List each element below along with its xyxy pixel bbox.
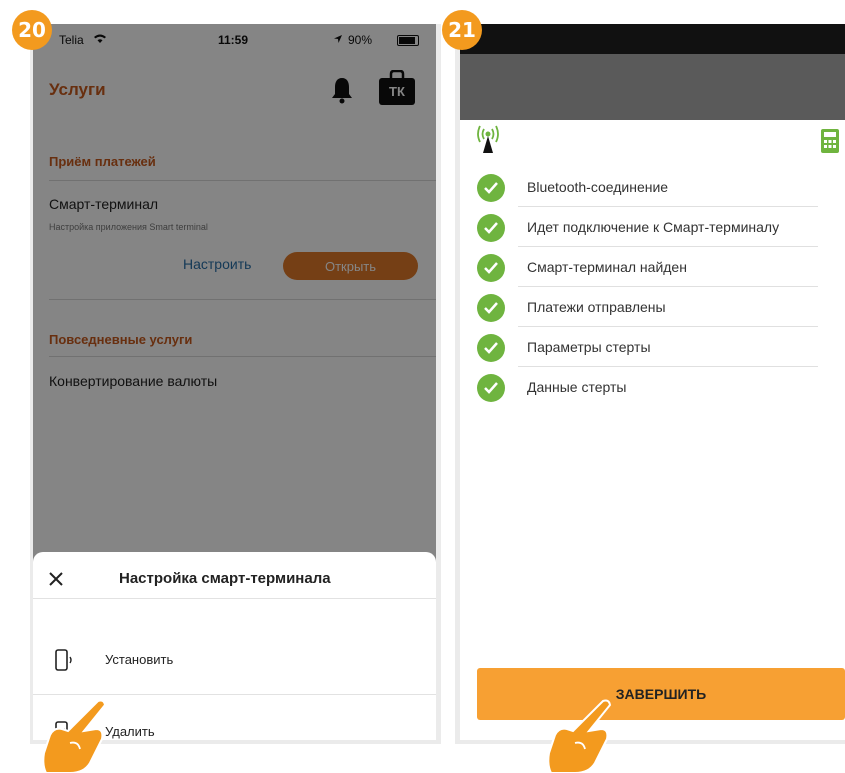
step-badge-left: 20 xyxy=(12,10,52,50)
divider xyxy=(518,206,818,207)
step-label: Параметры стерты xyxy=(527,339,651,355)
install-label: Установить xyxy=(105,652,174,667)
right-phone-screen: Bluetooth-соединение Идет подключение к … xyxy=(460,24,845,740)
check-circle-icon xyxy=(477,294,505,322)
sheet-title: Настройка смарт-терминала xyxy=(119,570,331,587)
header-bar xyxy=(460,54,845,120)
close-icon[interactable] xyxy=(47,570,65,588)
divider xyxy=(518,286,818,287)
status-bar-area xyxy=(460,24,845,54)
step-label: Идет подключение к Смарт-терминалу xyxy=(527,219,780,235)
delete-label: Удалить xyxy=(105,724,155,739)
step-label: Смарт-терминал найден xyxy=(527,259,687,275)
divider xyxy=(518,366,818,367)
calculator-icon[interactable] xyxy=(820,128,840,154)
check-circle-icon xyxy=(477,374,505,402)
left-phone-screen: Telia 11:59 90% Услуги ТК Приём платежей… xyxy=(33,24,436,740)
divider xyxy=(518,246,818,247)
check-circle-icon xyxy=(477,214,505,242)
divider xyxy=(518,326,818,327)
check-circle-icon xyxy=(477,174,505,202)
finish-button[interactable]: ЗАВЕРШИТЬ xyxy=(477,668,845,720)
antenna-icon xyxy=(477,125,499,153)
step-label: Данные стерты xyxy=(527,379,627,395)
check-circle-icon xyxy=(477,334,505,362)
step-label: Bluetooth-соединение xyxy=(527,179,669,195)
phone-signal-icon xyxy=(55,649,72,671)
step-label: Платежи отправлены xyxy=(527,299,666,315)
check-circle-icon xyxy=(477,254,505,282)
hand-pointer-icon xyxy=(547,699,612,773)
hand-pointer-icon xyxy=(42,699,107,773)
step-badge-right: 21 xyxy=(442,10,482,50)
divider xyxy=(33,598,436,599)
